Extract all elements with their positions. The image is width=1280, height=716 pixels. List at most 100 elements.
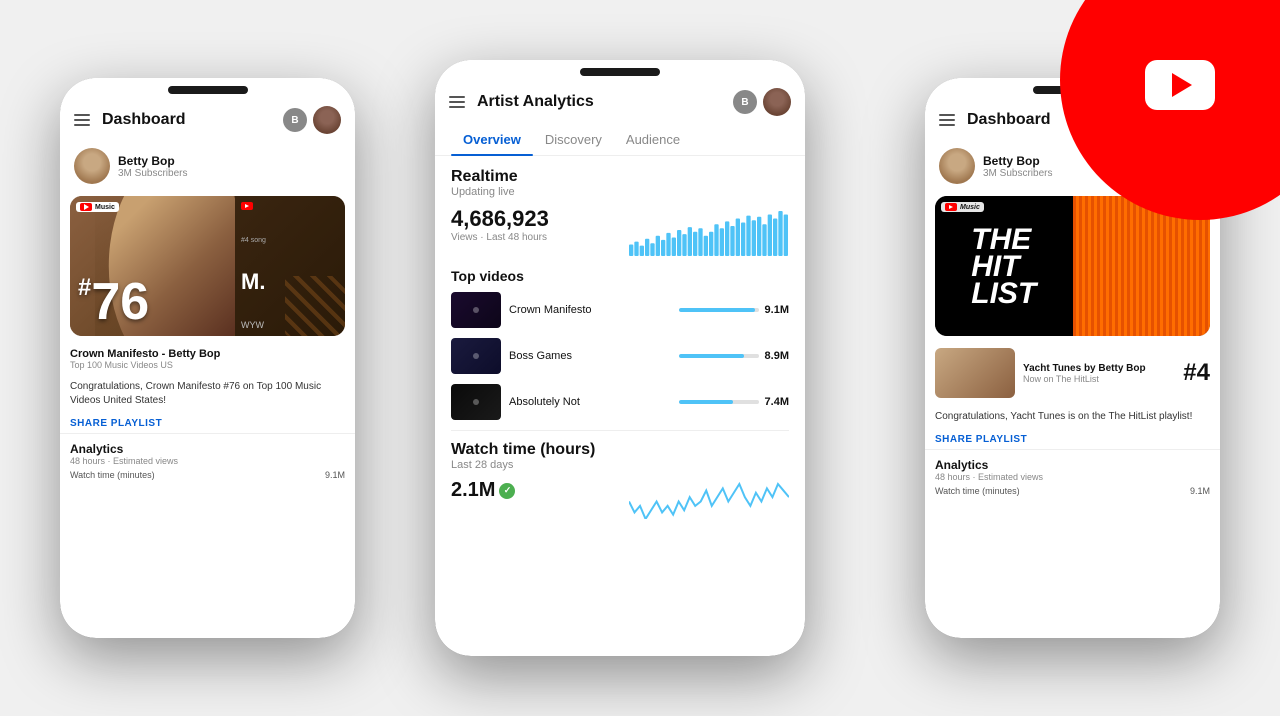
- hamburger-icon-right[interactable]: [939, 114, 955, 126]
- video-thumb-inner-1: [451, 292, 501, 328]
- video-bar-fill-2: [679, 354, 745, 358]
- music-card-inner-left: Music #76 #4 song M. WYW: [70, 196, 345, 336]
- youtube-play-icon: [1145, 60, 1215, 110]
- notification-text-right: Congratulations, Yacht Tunes is on the T…: [925, 404, 1220, 430]
- realtime-row: 4,686,923 Views · Last 48 hours: [451, 206, 789, 256]
- playlist-info: Yacht Tunes by Betty Bop Now on The HitL…: [1023, 363, 1146, 384]
- analytics-row-right: Watch time (minutes) 9.1M: [935, 486, 1210, 496]
- hamburger-icon[interactable]: [74, 114, 90, 126]
- video-thumb-dot-3: [473, 399, 479, 405]
- video-name-3: Absolutely Not: [509, 396, 671, 408]
- artist-info-right: Betty Bop 3M Subscribers: [983, 154, 1052, 179]
- video-bar-track-1: [679, 308, 759, 312]
- header-icons-center: B: [733, 88, 791, 116]
- hitlist-left: Music THEHITLIST: [935, 196, 1073, 336]
- hitlist-yt-badge: Music: [941, 202, 984, 212]
- check-icon: [499, 483, 515, 499]
- tab-audience[interactable]: Audience: [614, 124, 692, 155]
- analytics-label-left: Watch time (minutes): [70, 470, 155, 480]
- share-playlist-btn-right[interactable]: SHARE PLAYLIST: [935, 434, 1210, 445]
- music-card-left: Music #76 #4 song M. WYW: [70, 196, 345, 336]
- analytics-value-right: 9.1M: [1190, 486, 1210, 496]
- realtime-title: Realtime: [451, 168, 789, 186]
- song-rank-label: #4 song: [241, 237, 339, 244]
- top-videos-title: Top videos: [451, 268, 789, 284]
- avatar-inner-center: [763, 88, 791, 116]
- video-row-3: Absolutely Not 7.4M: [451, 384, 789, 420]
- artist-avatar-right: [939, 148, 975, 184]
- video-row-2: Boss Games 8.9M: [451, 338, 789, 374]
- analytics-section-left: Analytics 48 hours · Estimated views Wat…: [60, 433, 355, 484]
- music-card-right-panel: #4 song M. WYW: [235, 196, 345, 336]
- card-pattern: [285, 276, 345, 336]
- video-info-1: Crown Manifesto: [509, 304, 671, 316]
- video-thumb-inner-3: [451, 384, 501, 420]
- avatar-inner: [313, 106, 341, 134]
- hitlist-badge-text: Music: [960, 204, 980, 211]
- header-avatar-img-center: [763, 88, 791, 116]
- analytics-label-right: Watch time (minutes): [935, 486, 1020, 496]
- video-name-1: Crown Manifesto: [509, 304, 671, 316]
- video-count-1: 9.1M: [765, 304, 789, 316]
- playlist-row-right: Yacht Tunes by Betty Bop Now on The HitL…: [925, 342, 1220, 404]
- rank-number: #76: [78, 276, 149, 328]
- video-bar-fill-3: [679, 400, 733, 404]
- analytics-title-left: Analytics: [70, 442, 345, 456]
- video-info-2: Boss Games: [509, 350, 671, 362]
- video-count-2: 8.9M: [765, 350, 789, 362]
- realtime-number: 4,686,923: [451, 206, 619, 232]
- center-content: Realtime Updating live 4,686,923 Views ·…: [435, 156, 805, 531]
- artist-subs-right: 3M Subscribers: [983, 168, 1052, 179]
- center-tabs: Overview Discovery Audience: [435, 124, 805, 156]
- phone-left: Dashboard B Betty Bop 3M Subscribers: [60, 78, 355, 638]
- artist-analytics-title: Artist Analytics: [473, 93, 733, 111]
- card-subtitle-left: Top 100 Music Videos US: [70, 360, 345, 370]
- watchtime-stats: 2.1M: [451, 479, 619, 502]
- video-thumb-dot-1: [473, 307, 479, 313]
- music-card-right-badge: [241, 202, 339, 210]
- watchtime-title: Watch time (hours): [451, 441, 789, 459]
- hitlist-inner: Music THEHITLIST: [935, 196, 1210, 336]
- notification-text-left: Congratulations, Crown Manifesto #76 on …: [60, 374, 355, 414]
- yt-music-badge-text: Music: [95, 204, 115, 211]
- playlist-sub: Now on The HitList: [1023, 374, 1146, 384]
- video-thumb-dot-2: [473, 353, 479, 359]
- tab-discovery[interactable]: Discovery: [533, 124, 614, 155]
- video-info-3: Absolutely Not: [509, 396, 671, 408]
- share-playlist-btn-left[interactable]: SHARE PLAYLIST: [70, 418, 345, 429]
- line-chart: [629, 479, 789, 519]
- video-bar-fill-1: [679, 308, 755, 312]
- yt-music-badge-icon: [80, 203, 92, 211]
- hamburger-icon-center[interactable]: [449, 96, 465, 108]
- header-avatar-b[interactable]: B: [283, 108, 307, 132]
- realtime-subtitle: Updating live: [451, 186, 789, 198]
- card-title-left: Crown Manifesto - Betty Bop: [70, 348, 345, 360]
- card-caption-left: Crown Manifesto - Betty Bop Top 100 Musi…: [60, 342, 355, 374]
- hitlist-rank: #4: [1183, 359, 1210, 387]
- badge-icon-right: [241, 202, 253, 210]
- watchtime-number: 2.1M: [451, 479, 619, 502]
- analytics-row-left: Watch time (minutes) 9.1M: [70, 470, 345, 480]
- artist-subs-left: 3M Subscribers: [118, 168, 187, 179]
- music-card-image: Music #76: [70, 196, 235, 336]
- playlist-caption: Yacht Tunes by Betty Bop: [1023, 363, 1146, 374]
- artist-info-left: Betty Bop 3M Subscribers: [118, 154, 187, 179]
- analytics-subtitle-right: 48 hours · Estimated views: [935, 472, 1210, 482]
- phone-center-notch: [580, 68, 660, 76]
- tab-overview[interactable]: Overview: [451, 124, 533, 155]
- video-bar-container-2: 8.9M: [679, 350, 789, 362]
- watchtime-subtitle: Last 28 days: [451, 459, 789, 471]
- analytics-title-right: Analytics: [935, 458, 1210, 472]
- watchtime-row: 2.1M: [451, 479, 789, 519]
- youtube-logo: [1130, 50, 1230, 120]
- phone-left-notch: [168, 86, 248, 94]
- artist-name-left: Betty Bop: [118, 154, 187, 168]
- yt-music-badge-left: Music: [76, 202, 119, 212]
- video-thumb-3: [451, 384, 501, 420]
- video-name-2: Boss Games: [509, 350, 671, 362]
- video-bar-container-1: 9.1M: [679, 304, 789, 316]
- phone-center-screen: Artist Analytics B Overview Discovery Au…: [435, 60, 805, 656]
- video-bar-track-3: [679, 400, 759, 404]
- video-thumb-1: [451, 292, 501, 328]
- header-avatar-b-center[interactable]: B: [733, 90, 757, 114]
